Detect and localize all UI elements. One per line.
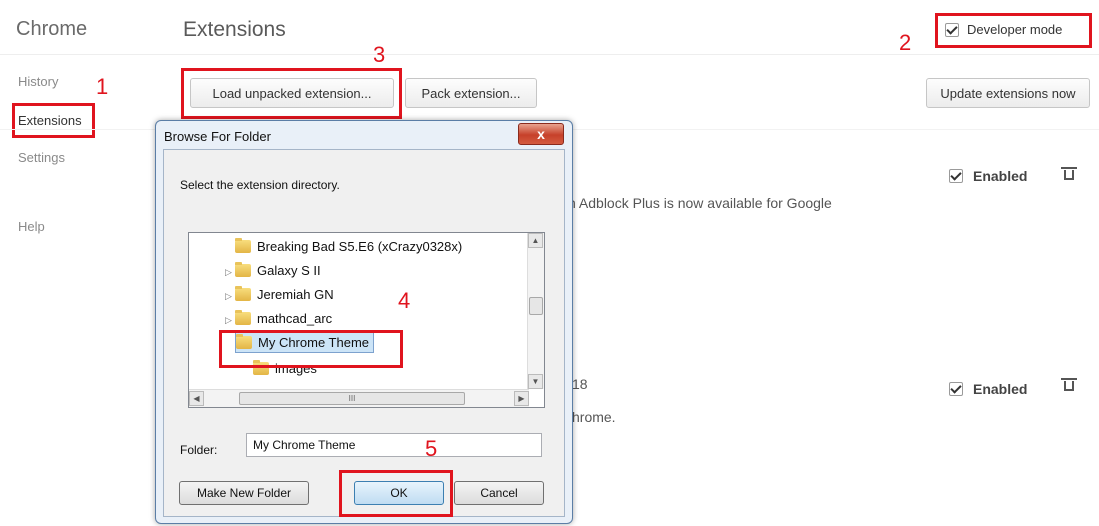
page-title: Extensions xyxy=(183,18,286,41)
extension-1-enabled-toggle[interactable]: Enabled xyxy=(949,168,1027,184)
extension-2-enabled-label: Enabled xyxy=(973,381,1028,397)
folder-tree[interactable]: Breaking Bad S5.E6 (xCrazy0328x) ▷ Galax… xyxy=(188,232,545,408)
tree-item[interactable]: Jeremiah GN xyxy=(235,286,334,302)
scroll-right-icon[interactable]: ▶ xyxy=(514,391,529,406)
scroll-up-icon[interactable]: ▲ xyxy=(528,233,543,248)
trash-icon[interactable] xyxy=(1061,378,1077,391)
dialog-title: Browse For Folder xyxy=(164,129,271,144)
sidebar-item-help[interactable]: Help xyxy=(18,219,45,234)
folder-icon xyxy=(235,262,251,277)
expand-arrow-icon[interactable]: ▷ xyxy=(225,315,232,326)
make-new-folder-button[interactable]: Make New Folder xyxy=(179,481,309,505)
folder-icon xyxy=(235,286,251,301)
tree-item[interactable]: Breaking Bad S5.E6 (xCrazy0328x) xyxy=(235,238,462,254)
annotation-box-load-unpacked xyxy=(181,68,402,119)
sidebar-item-settings[interactable]: Settings xyxy=(18,150,65,165)
expand-arrow-icon[interactable]: ▷ xyxy=(225,267,232,278)
folder-icon xyxy=(235,238,251,253)
annotation-number-4: 4 xyxy=(398,288,411,313)
close-icon[interactable]: x xyxy=(518,123,564,145)
sidebar-item-history[interactable]: History xyxy=(18,74,58,89)
scroll-left-icon[interactable]: ◀ xyxy=(189,391,204,406)
pack-extension-button[interactable]: Pack extension... xyxy=(405,78,537,108)
extension-1-description: n Adblock Plus is now available for Goog… xyxy=(568,195,832,211)
extension-1-enabled-label: Enabled xyxy=(973,168,1028,184)
annotation-box-extensions xyxy=(12,103,95,138)
extension-2-enabled-checkbox[interactable] xyxy=(949,382,963,396)
folder-input[interactable]: My Chrome Theme xyxy=(246,433,542,457)
trash-icon[interactable] xyxy=(1061,167,1077,180)
tree-item[interactable]: mathcad_arc xyxy=(235,310,332,326)
browse-folder-dialog: Browse For Folder x Select the extension… xyxy=(155,120,573,524)
folder-label: Folder: xyxy=(180,443,218,457)
extension-1-enabled-checkbox[interactable] xyxy=(949,169,963,183)
folder-icon xyxy=(235,310,251,325)
dialog-instruction: Select the extension directory. xyxy=(180,178,340,192)
extension-2-description: hrome. xyxy=(572,409,616,425)
annotation-number-1: 1 xyxy=(96,74,109,99)
scroll-down-icon[interactable]: ▼ xyxy=(528,374,543,389)
update-extensions-button[interactable]: Update extensions now xyxy=(926,78,1090,108)
horizontal-scrollbar[interactable]: ◀ III ▶ xyxy=(189,389,529,407)
chrome-brand: Chrome xyxy=(16,18,88,40)
vertical-scrollbar[interactable]: ▲ ▼ xyxy=(527,233,544,389)
expand-arrow-icon[interactable]: ▷ xyxy=(225,291,232,302)
annotation-box-developer-mode xyxy=(935,13,1092,48)
annotation-box-ok xyxy=(339,470,453,517)
annotation-number-3: 3 xyxy=(373,42,386,67)
tree-item[interactable]: Galaxy S II xyxy=(235,262,321,278)
extension-2-enabled-toggle[interactable]: Enabled xyxy=(949,381,1027,397)
scroll-thumb[interactable]: III xyxy=(239,392,465,405)
cancel-button[interactable]: Cancel xyxy=(454,481,544,505)
scroll-thumb[interactable] xyxy=(529,297,543,315)
annotation-number-5: 5 xyxy=(425,436,438,461)
annotation-box-my-chrome-theme xyxy=(219,330,403,368)
header-divider xyxy=(0,54,1099,55)
annotation-number-2: 2 xyxy=(899,30,912,55)
extension-2-version: 18 xyxy=(572,376,588,392)
